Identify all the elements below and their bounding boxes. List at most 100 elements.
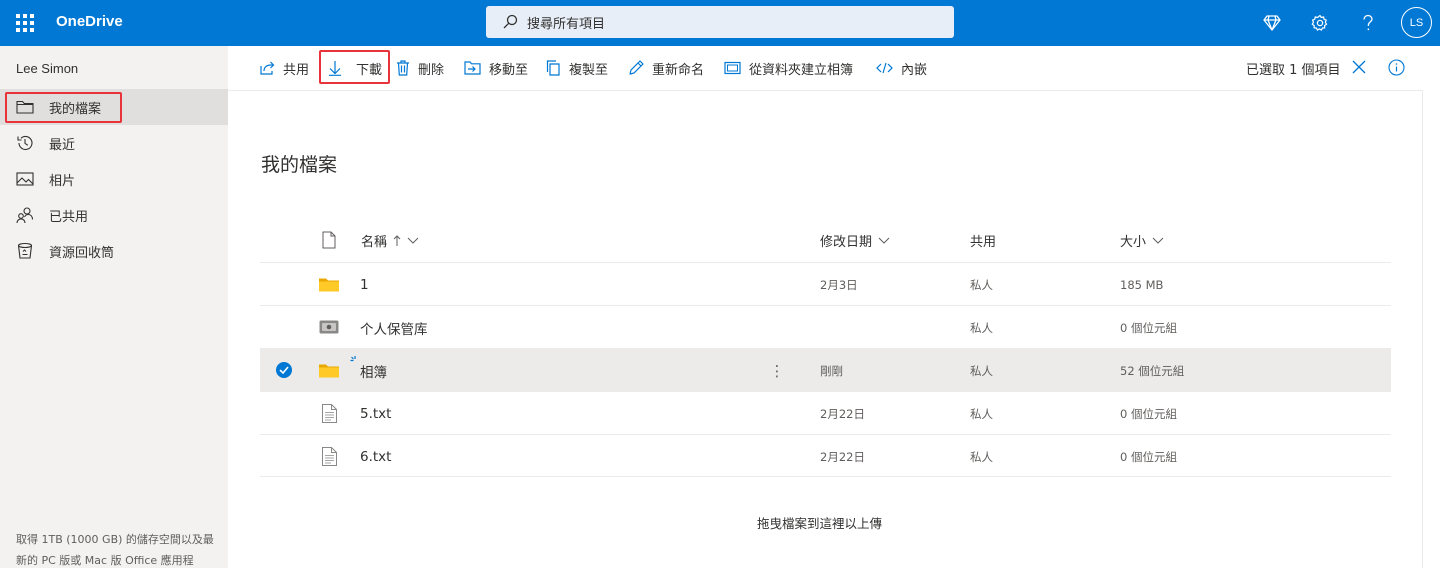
chevron-down-icon xyxy=(1152,237,1164,244)
rename-label: 重新命名 xyxy=(652,62,705,78)
top-bar: OneDrive 搜尋所有項目 LS xyxy=(0,0,1440,46)
chevron-down-icon xyxy=(407,237,419,244)
drop-to-upload-hint: 拖曳檔案到這裡以上傳 xyxy=(757,516,883,531)
trash-icon xyxy=(396,60,410,76)
album-icon xyxy=(724,61,741,75)
text-file-icon xyxy=(318,446,340,466)
folder-icon xyxy=(16,98,34,116)
create-album-button[interactable]: 從資料夾建立相簿 xyxy=(724,46,853,90)
avatar[interactable]: LS xyxy=(1401,7,1432,38)
table-row[interactable]: 个人保管库 私人 0 個位元組 xyxy=(260,305,1391,348)
share-button[interactable]: 共用 xyxy=(259,46,309,90)
file-name[interactable]: 5.txt xyxy=(360,392,391,435)
copy-icon xyxy=(546,60,561,76)
recycle-bin-icon xyxy=(16,242,34,260)
file-name[interactable]: 个人保管库 xyxy=(360,306,428,349)
modified-date: 2月22日 xyxy=(820,406,865,421)
history-icon xyxy=(16,134,34,152)
column-header-modified[interactable]: 修改日期 xyxy=(820,231,890,250)
file-size: 0 個位元組 xyxy=(1120,406,1177,421)
help-icon[interactable] xyxy=(1356,11,1380,35)
app-title[interactable]: OneDrive xyxy=(56,13,123,30)
sidebar-item-recycle-bin[interactable]: 資源回收筒 xyxy=(0,233,228,269)
file-size: 185 MB xyxy=(1120,277,1164,292)
file-size: 52 個位元組 xyxy=(1120,363,1185,378)
storage-promo-text[interactable]: 取得 1TB (1000 GB) 的儲存空間以及最新的 PC 版或 Mac 版 … xyxy=(16,529,216,568)
sidebar-item-label: 相片 xyxy=(49,173,76,189)
file-type-header-icon[interactable] xyxy=(322,231,336,249)
sharing-status: 私人 xyxy=(970,320,993,335)
people-icon xyxy=(16,206,34,224)
search-box[interactable]: 搜尋所有項目 xyxy=(486,6,954,38)
move-to-button[interactable]: 移動至 xyxy=(464,46,528,90)
file-name[interactable]: 6.txt xyxy=(360,435,391,478)
table-row[interactable]: 5.txt 2月22日 私人 0 個位元組 xyxy=(260,391,1391,434)
column-header-label: 名稱 xyxy=(361,235,388,250)
gear-icon[interactable] xyxy=(1308,11,1332,35)
diamond-icon[interactable] xyxy=(1260,11,1284,35)
copy-to-button[interactable]: 複製至 xyxy=(546,46,608,90)
info-icon[interactable] xyxy=(1387,58,1405,76)
column-header-label: 修改日期 xyxy=(820,235,873,250)
sharing-status: 私人 xyxy=(970,277,993,292)
scrollbar[interactable] xyxy=(1422,90,1440,568)
copy-to-label: 複製至 xyxy=(569,62,609,78)
modified-date: 2月3日 xyxy=(820,277,858,292)
column-header-sharing[interactable]: 共用 xyxy=(970,231,996,250)
user-name: Lee Simon xyxy=(16,61,79,76)
table-row[interactable]: 6.txt 2月22日 私人 0 個位元組 xyxy=(260,434,1391,477)
download-icon xyxy=(328,60,342,76)
code-icon xyxy=(876,62,893,74)
download-button[interactable]: 下載 xyxy=(328,46,382,90)
sidebar: Lee Simon 我的檔案 最近 相片 已共用 資源回收筒 取得 1TB (1… xyxy=(0,46,228,568)
column-header-size[interactable]: 大小 xyxy=(1120,231,1164,250)
page-title: 我的檔案 xyxy=(261,154,338,176)
download-label: 下載 xyxy=(356,62,383,78)
folder-icon xyxy=(318,274,340,294)
rename-button[interactable]: 重新命名 xyxy=(628,46,704,90)
sidebar-item-label: 我的檔案 xyxy=(49,101,102,117)
embed-button[interactable]: 內嵌 xyxy=(876,46,927,90)
column-header-label: 大小 xyxy=(1120,235,1147,250)
create-album-label: 從資料夾建立相簿 xyxy=(749,62,854,78)
search-placeholder: 搜尋所有項目 xyxy=(527,16,606,32)
close-icon[interactable] xyxy=(1350,58,1368,76)
sidebar-item-my-files[interactable]: 我的檔案 xyxy=(0,89,228,125)
share-label: 共用 xyxy=(283,62,310,78)
search-icon xyxy=(503,14,518,29)
column-header-label: 共用 xyxy=(970,235,997,250)
sidebar-item-label: 資源回收筒 xyxy=(49,245,115,261)
file-name[interactable]: 1 xyxy=(360,263,369,306)
table-row[interactable]: 1 2月3日 私人 185 MB xyxy=(260,262,1391,305)
sort-ascending-icon xyxy=(393,234,401,247)
text-file-icon xyxy=(318,403,340,423)
delete-label: 刪除 xyxy=(418,62,445,78)
more-options-icon[interactable]: ⋮ xyxy=(768,361,786,381)
sidebar-item-recent[interactable]: 最近 xyxy=(0,125,228,161)
sharing-status: 私人 xyxy=(970,363,993,378)
move-to-label: 移動至 xyxy=(489,62,529,78)
sidebar-item-photos[interactable]: 相片 xyxy=(0,161,228,197)
modified-date: 2月22日 xyxy=(820,449,865,464)
app-launcher-icon[interactable] xyxy=(16,14,34,32)
file-size: 0 個位元組 xyxy=(1120,449,1177,464)
modified-date: 剛剛 xyxy=(820,363,843,378)
embed-label: 內嵌 xyxy=(901,62,928,78)
column-header-name[interactable]: 名稱 xyxy=(361,231,419,250)
file-size: 0 個位元組 xyxy=(1120,320,1177,335)
chevron-down-icon xyxy=(878,237,890,244)
checkmark-icon[interactable] xyxy=(276,362,292,378)
sidebar-item-label: 已共用 xyxy=(49,209,89,225)
table-row-selected[interactable]: 相簿 ⋮ 剛剛 私人 52 個位元組 xyxy=(260,348,1391,391)
photo-icon xyxy=(16,170,34,188)
file-name[interactable]: 相簿 xyxy=(360,349,387,392)
folder-icon xyxy=(318,360,340,380)
sidebar-item-shared[interactable]: 已共用 xyxy=(0,197,228,233)
selection-count: 已選取 1 個項目 xyxy=(1246,63,1341,78)
share-icon xyxy=(259,60,275,76)
sharing-status: 私人 xyxy=(970,449,993,464)
sidebar-item-label: 最近 xyxy=(49,137,76,153)
sharing-status: 私人 xyxy=(970,406,993,421)
delete-button[interactable]: 刪除 xyxy=(396,46,444,90)
pencil-icon xyxy=(628,60,644,76)
